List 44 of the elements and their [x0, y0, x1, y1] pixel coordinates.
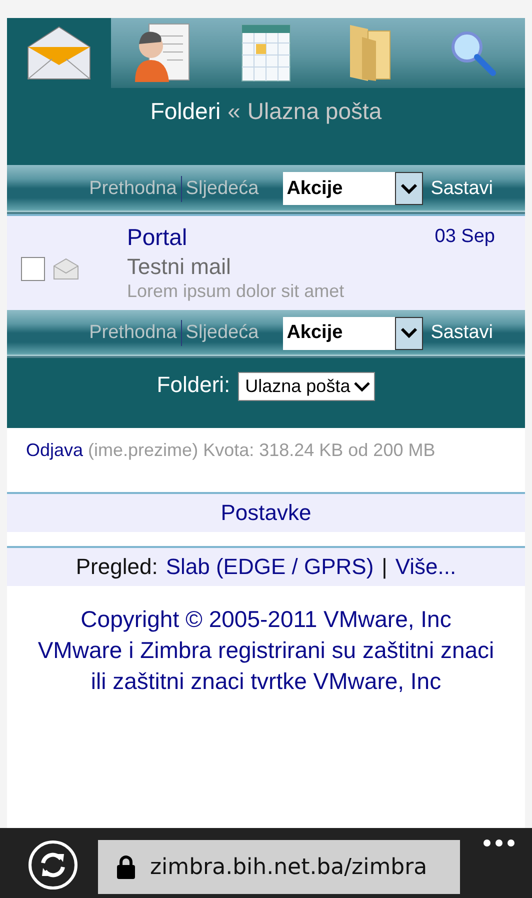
envelope-icon [26, 25, 92, 81]
current-folder-title: Ulazna pošta [247, 98, 382, 126]
next-link: Sljedeća [184, 322, 260, 344]
breadcrumb-separator: « [228, 98, 240, 126]
more-icon[interactable] [482, 838, 516, 848]
view-mode-link[interactable]: Slab (EDGE / GPRS) [166, 554, 374, 580]
contact-card-icon [133, 22, 192, 84]
folders-link[interactable]: Folderi [150, 98, 221, 165]
folder-dropdown[interactable]: Ulazna pošta [238, 372, 376, 401]
url-text: zimbra.bih.net.ba/zimbra [150, 854, 428, 880]
copyright-text: ili zaštitni znaci tvrtke VMware, Inc [90, 667, 442, 696]
lock-icon [116, 855, 136, 879]
more-link[interactable]: Više... [395, 554, 456, 580]
previous-link: Prethodna [88, 178, 178, 200]
chevron-down-icon [354, 382, 370, 392]
message-row[interactable]: Portal Testni mail Lorem ipsum dolor sit amet 03 Sep [7, 214, 525, 310]
quota-text: Kvota: 318.24 KB od 200 MB [203, 440, 436, 462]
calendar-icon [240, 23, 292, 83]
actions-dropdown[interactable]: Akcije [282, 172, 423, 205]
message-sender: Portal [127, 224, 188, 251]
actions-dropdown[interactable]: Akcije [282, 316, 423, 350]
nav-tab[interactable] [7, 18, 111, 88]
folder-icon [348, 23, 392, 83]
message-subject: Testni mail [127, 254, 232, 280]
view-label: Pregled: [76, 554, 158, 580]
username-text: (ime.prezime) [88, 440, 198, 462]
separator-text: | [382, 554, 388, 580]
chevron-down-icon [400, 182, 418, 194]
chevron-down-icon [400, 327, 418, 339]
compose-link[interactable]: Sastavi [430, 322, 493, 344]
message-date: 03 Sep [434, 225, 496, 249]
compose-link[interactable]: Sastavi [430, 178, 493, 200]
refresh-icon[interactable] [28, 840, 78, 890]
next-link: Sljedeća [184, 178, 260, 200]
checkbox[interactable] [21, 257, 45, 281]
previous-link: Prethodna [88, 322, 178, 344]
address-bar[interactable]: zimbra.bih.net.ba/zimbra [98, 840, 460, 894]
settings-link[interactable]: Postavke [220, 500, 312, 526]
copyright-text: Copyright © 2005-2011 VMware, Inc [80, 605, 452, 634]
copyright-text: VMware i Zimbra registrirani su zaštitni znaci [38, 636, 494, 665]
folder-label: Folderi: [156, 372, 230, 398]
message-preview: Lorem ipsum dolor sit amet [127, 281, 346, 302]
search-icon [449, 29, 498, 77]
logout-link[interactable]: Odjava [26, 440, 84, 492]
